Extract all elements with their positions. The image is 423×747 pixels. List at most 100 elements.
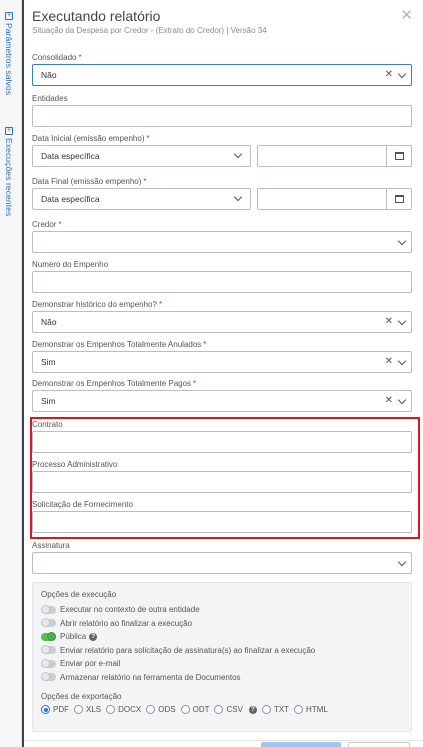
option-label: Enviar relatório para solicitação de ass… (60, 645, 316, 655)
chevron-down-icon[interactable] (397, 316, 407, 325)
required-marker: * (143, 177, 147, 186)
chevron-down-icon (233, 192, 243, 202)
field-label: Numero do Empenho (32, 260, 109, 269)
help-icon[interactable]: ? (89, 632, 98, 641)
field-data-final: Data Final (emissão empenho) * Data espec… (32, 176, 412, 210)
modal-subtitle: Situação da Despesa por Credor - (Extrat… (32, 26, 267, 35)
required-marker: * (146, 134, 150, 143)
help-icon[interactable]: ? (248, 705, 257, 714)
anulados-select[interactable]: Sim ✕ (32, 351, 412, 373)
field-label: Consolidado (32, 53, 77, 62)
clear-icon[interactable]: ✕ (385, 352, 393, 372)
toggle-switch[interactable] (41, 631, 56, 641)
select-value: Data específica (41, 151, 100, 161)
option-outra-entidade[interactable]: Executar no contexto de outra entidade (41, 603, 403, 617)
field-consolidado: Consolidado * Não ✕ (32, 52, 412, 86)
radio-csv[interactable]: CSV? (214, 705, 257, 714)
option-label: Pública (60, 632, 87, 642)
clear-icon[interactable]: ✕ (385, 391, 393, 411)
tab-saved-parameters-label: Parâmetros salvos (4, 23, 14, 96)
field-contrato: Contrato (32, 419, 412, 453)
option-assinatura[interactable]: Enviar relatório para solicitação de ass… (41, 644, 403, 658)
clear-icon[interactable]: ✕ (385, 65, 393, 85)
historico-select[interactable]: Não ✕ (32, 311, 412, 333)
radio-html[interactable]: HTML (294, 705, 328, 714)
radio-ods[interactable]: ODS (146, 705, 176, 714)
field-assinatura: Assinatura (32, 540, 412, 574)
credor-select[interactable] (32, 231, 412, 253)
toggle-switch[interactable] (41, 645, 56, 655)
select-value: Sim (41, 396, 56, 406)
clear-icon[interactable]: ✕ (385, 312, 393, 332)
field-processo: Processo Administrativo (32, 459, 412, 493)
data-final-type-select[interactable]: Data específica (32, 188, 251, 210)
required-marker: * (58, 220, 62, 229)
side-panel: + Parâmetros salvos + Execuções recentes (0, 0, 22, 747)
field-label: Data Inicial (emissão empenho) (32, 134, 145, 143)
radio-txt[interactable]: TXT (261, 705, 289, 714)
radio-pdf[interactable]: PDF (41, 705, 69, 714)
assinatura-select[interactable] (32, 552, 412, 574)
modal-title: Executando relatório (32, 8, 161, 24)
data-inicial-date-input[interactable] (257, 145, 412, 167)
option-label: Executar no contexto de outra entidade (60, 605, 200, 615)
chevron-down-icon (233, 149, 243, 159)
calendar-button[interactable] (386, 146, 411, 166)
required-marker: * (193, 379, 197, 388)
radio-button[interactable] (74, 705, 83, 714)
chevron-down-icon[interactable] (397, 69, 407, 78)
toggle-switch[interactable] (41, 618, 56, 628)
chevron-down-icon[interactable] (397, 395, 407, 404)
consolidado-select[interactable]: Não ✕ (32, 64, 412, 86)
option-label: Armazenar relatório na ferramenta de Doc… (60, 672, 241, 682)
radio-button[interactable] (180, 705, 190, 714)
data-inicial-type-select[interactable]: Data específica (32, 145, 251, 167)
chevron-down-icon[interactable] (397, 557, 407, 566)
radio-button[interactable] (214, 705, 224, 714)
radio-button[interactable] (106, 705, 116, 714)
field-credor: Credor * (32, 219, 412, 253)
radio-odt[interactable]: ODT (180, 705, 209, 714)
field-label: Assinatura (32, 541, 70, 550)
numero-empenho-input[interactable] (32, 271, 412, 293)
option-label: Abrir relatório ao finalizar a execução (60, 618, 193, 628)
option-label: Enviar por e-mail (60, 659, 121, 669)
field-label: Contrato (32, 420, 63, 429)
radio-button[interactable] (294, 705, 304, 714)
toggle-switch[interactable] (41, 658, 56, 668)
chevron-down-icon[interactable] (397, 356, 407, 365)
contrato-input[interactable] (32, 431, 412, 453)
processo-input[interactable] (32, 471, 412, 493)
close-icon[interactable]: ✕ (400, 6, 413, 24)
chevron-down-icon[interactable] (397, 236, 407, 245)
option-email[interactable]: Enviar por e-mail (41, 657, 403, 671)
toggle-switch[interactable] (41, 604, 56, 614)
field-numero-empenho: Numero do Empenho (32, 259, 412, 293)
solicitacao-input[interactable] (32, 511, 412, 533)
data-final-date-input[interactable] (257, 188, 412, 210)
option-abrir-relatorio[interactable]: Abrir relatório ao finalizar a execução (41, 617, 403, 631)
execution-options-heading: Opções de execução (41, 590, 117, 599)
calendar-icon (394, 152, 404, 160)
toggle-switch[interactable] (41, 672, 56, 682)
tab-recent-executions[interactable]: + Execuções recentes (4, 127, 14, 216)
field-entidades: Entidades (32, 93, 412, 127)
entidades-input[interactable] (32, 105, 412, 127)
execute-button[interactable] (261, 742, 341, 747)
option-publica[interactable]: Pública ? (41, 630, 403, 644)
radio-docx[interactable]: DOCX (106, 705, 141, 714)
tab-saved-parameters[interactable]: + Parâmetros salvos (4, 12, 14, 95)
pagos-select[interactable]: Sim ✕ (32, 390, 412, 412)
cancel-button[interactable] (348, 742, 410, 747)
field-solicitacao: Solicitação de Fornecimento (32, 499, 412, 533)
option-documentos[interactable]: Armazenar relatório na ferramenta de Doc… (41, 671, 403, 685)
tab-recent-executions-label: Execuções recentes (4, 138, 14, 217)
calendar-button[interactable] (386, 189, 411, 209)
radio-button[interactable] (146, 705, 156, 714)
field-pagos: Demonstrar os Empenhos Totalmente Pagos *… (32, 378, 412, 412)
radio-button[interactable] (41, 705, 50, 714)
field-label: Demonstrar os Empenhos Totalmente Pagos (32, 379, 192, 388)
radio-button[interactable] (261, 705, 271, 714)
radio-xls[interactable]: XLS (74, 705, 101, 714)
field-label: Solicitação de Fornecimento (32, 500, 133, 509)
